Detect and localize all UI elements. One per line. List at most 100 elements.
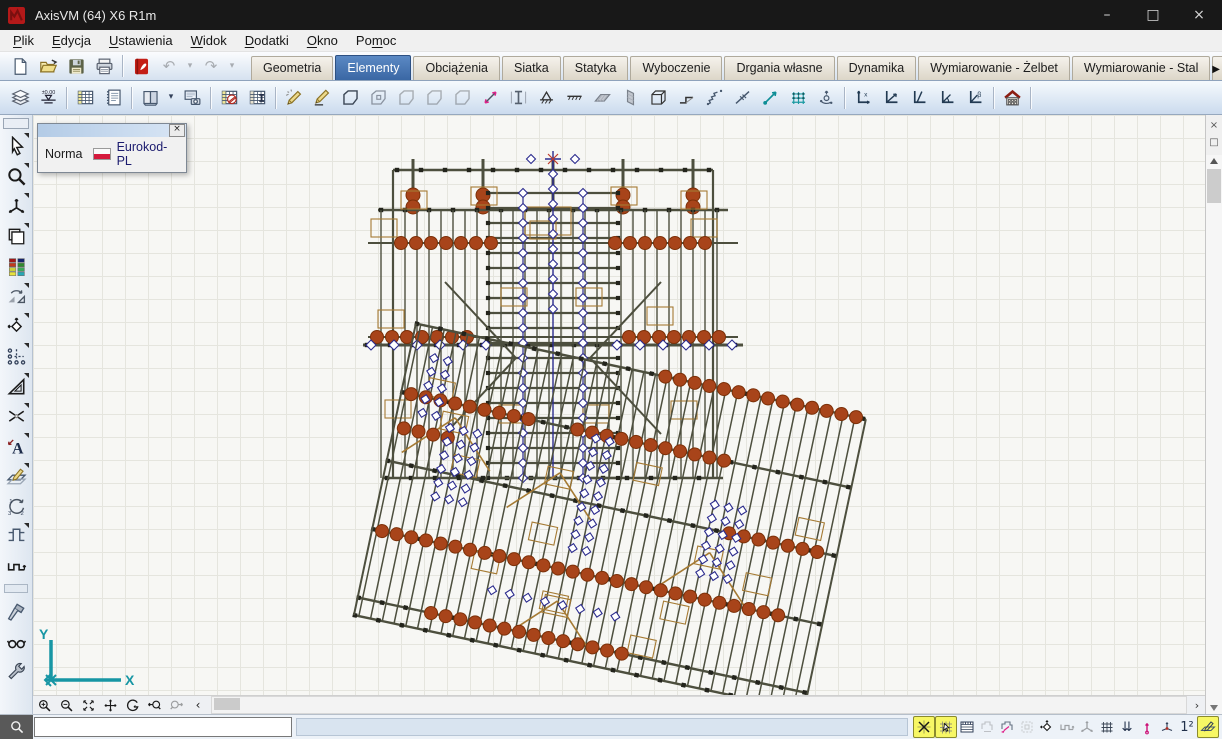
transformations-button[interactable]	[2, 282, 30, 310]
rotate-view-button[interactable]	[121, 697, 143, 714]
save-file-button[interactable]	[63, 53, 89, 79]
edge-support-button[interactable]	[561, 85, 587, 111]
local-system-beta-button[interactable]	[962, 85, 988, 111]
search-input[interactable]	[34, 717, 292, 737]
zoom-to-fit-button[interactable]	[77, 697, 99, 714]
scroll-up-arrow[interactable]	[1210, 158, 1218, 164]
draw-objects-button[interactable]	[281, 85, 307, 111]
trace-line-button[interactable]	[1057, 717, 1077, 737]
redo-options-button[interactable]: ▾	[226, 53, 238, 79]
domain-union-button[interactable]	[393, 85, 419, 111]
storeys-button[interactable]	[999, 85, 1025, 111]
tab-geometria[interactable]: Geometria	[251, 56, 333, 80]
surface-element-button[interactable]	[589, 85, 615, 111]
workplanes-button[interactable]	[977, 717, 997, 737]
mesh-generation-button[interactable]	[785, 85, 811, 111]
cross-section-table-button[interactable]	[244, 85, 270, 111]
nodal-support-button[interactable]	[533, 85, 559, 111]
stored-views-button[interactable]	[957, 717, 977, 737]
tab-obciążenia[interactable]: Obciążenia	[413, 56, 500, 80]
menu-item-pomoc[interactable]: Pomoc	[347, 31, 405, 50]
guideline-walk-button[interactable]	[2, 552, 30, 580]
line-elements-button[interactable]	[477, 85, 503, 111]
material-table-button[interactable]	[216, 85, 242, 111]
renumber-button[interactable]	[2, 492, 30, 520]
draw-directly-button[interactable]	[309, 85, 335, 111]
tab-dynamika[interactable]: Dynamika	[837, 56, 917, 80]
tab-statyka[interactable]: Statyka	[563, 56, 629, 80]
hole-button[interactable]	[365, 85, 391, 111]
tab-drgania-własne[interactable]: Drgania własne	[724, 56, 834, 80]
structure-grid-button[interactable]	[2, 342, 30, 370]
views-button[interactable]	[2, 192, 30, 220]
table-browser-button[interactable]	[72, 85, 98, 111]
sidebar-handle[interactable]	[3, 118, 29, 129]
gap-element-button[interactable]	[729, 85, 755, 111]
numbering-button[interactable]: 1²	[1177, 717, 1197, 737]
tab-siatka[interactable]: Siatka	[502, 56, 561, 80]
new-file-button[interactable]	[7, 53, 33, 79]
menu-item-plik[interactable]: Plik	[4, 31, 43, 50]
menu-item-ustawienia[interactable]: Ustawienia	[100, 31, 182, 50]
info-library-options-button[interactable]: ▾	[165, 85, 177, 111]
horizontal-scrollbar-thumb[interactable]	[214, 698, 240, 710]
zoom-button[interactable]	[2, 162, 30, 190]
horizontal-scrollbar[interactable]	[211, 696, 1187, 714]
clipping-box-button[interactable]	[1017, 717, 1037, 737]
parts-button[interactable]	[2, 222, 30, 250]
next-view-button[interactable]	[165, 697, 187, 714]
layers-button[interactable]	[7, 85, 33, 111]
edit-planes-button[interactable]	[2, 462, 30, 490]
vertical-scrollbar-thumb[interactable]	[1207, 169, 1221, 203]
local-system-x-button[interactable]	[850, 85, 876, 111]
tab-wymiarowanie-żelbet[interactable]: Wymiarowanie - Żelbet	[918, 56, 1070, 80]
collapse-toolbar-button[interactable]: ‹	[187, 697, 209, 714]
undo-button[interactable]: ↶	[156, 53, 182, 79]
selection-button[interactable]	[2, 132, 30, 160]
tab-elementy[interactable]: Elementy	[335, 55, 411, 80]
norma-panel-titlebar[interactable]: ×	[38, 124, 186, 137]
edge-beam-button[interactable]	[673, 85, 699, 111]
local-system-angle-button[interactable]	[934, 85, 960, 111]
scroll-down-arrow[interactable]	[1210, 705, 1218, 711]
search-button[interactable]	[0, 715, 33, 739]
spring-element-button[interactable]	[701, 85, 727, 111]
undo-options-button[interactable]: ▾	[184, 53, 196, 79]
report-maker-button[interactable]	[100, 85, 126, 111]
pdf-export-button[interactable]	[128, 53, 154, 79]
display-options-button[interactable]	[2, 627, 30, 655]
model-canvas[interactable]: × Norma Eurokod-PL Y X ‹ ›	[33, 115, 1205, 714]
tab-overflow-button[interactable]: ▶	[1212, 64, 1220, 75]
degrees-of-freedom-button[interactable]	[813, 85, 839, 111]
local-system-vector-button[interactable]	[906, 85, 932, 111]
local-system-reference-button[interactable]	[878, 85, 904, 111]
search-elements-button[interactable]	[2, 597, 30, 625]
vertical-scrollbar[interactable]	[1206, 155, 1222, 714]
link-element-button[interactable]	[757, 85, 783, 111]
section-lines-button[interactable]	[2, 522, 30, 550]
pan-button[interactable]	[99, 697, 121, 714]
mesh-visibility-button[interactable]	[1097, 717, 1117, 737]
wall-element-button[interactable]	[617, 85, 643, 111]
load-display-button[interactable]: ⇊	[1117, 717, 1137, 737]
domain-intersect-button[interactable]	[449, 85, 475, 111]
intersect-button[interactable]	[2, 402, 30, 430]
domain-button[interactable]	[337, 85, 363, 111]
rib-element-button[interactable]	[505, 85, 531, 111]
model-settings-button[interactable]	[2, 657, 30, 685]
panel-close-button[interactable]: ×	[1207, 118, 1222, 132]
panel-restore-button[interactable]: □	[1207, 135, 1222, 149]
print-button[interactable]	[91, 53, 117, 79]
dimension-lines-button[interactable]	[2, 432, 30, 460]
norma-close-button[interactable]: ×	[169, 124, 185, 137]
guidelines-button[interactable]	[1037, 717, 1057, 737]
close-button[interactable]: ×	[1176, 0, 1222, 30]
reaction-display-button[interactable]	[1137, 717, 1157, 737]
geometry-tools-button[interactable]	[2, 372, 30, 400]
drawing-library-button[interactable]	[179, 85, 205, 111]
tab-wymiarowanie-stal[interactable]: Wymiarowanie - Stal	[1072, 56, 1211, 80]
minimize-button[interactable]: –	[1084, 0, 1130, 30]
domain-cut-button[interactable]	[421, 85, 447, 111]
move-axes-button[interactable]	[1077, 717, 1097, 737]
norma-panel[interactable]: × Norma Eurokod-PL	[37, 123, 187, 173]
